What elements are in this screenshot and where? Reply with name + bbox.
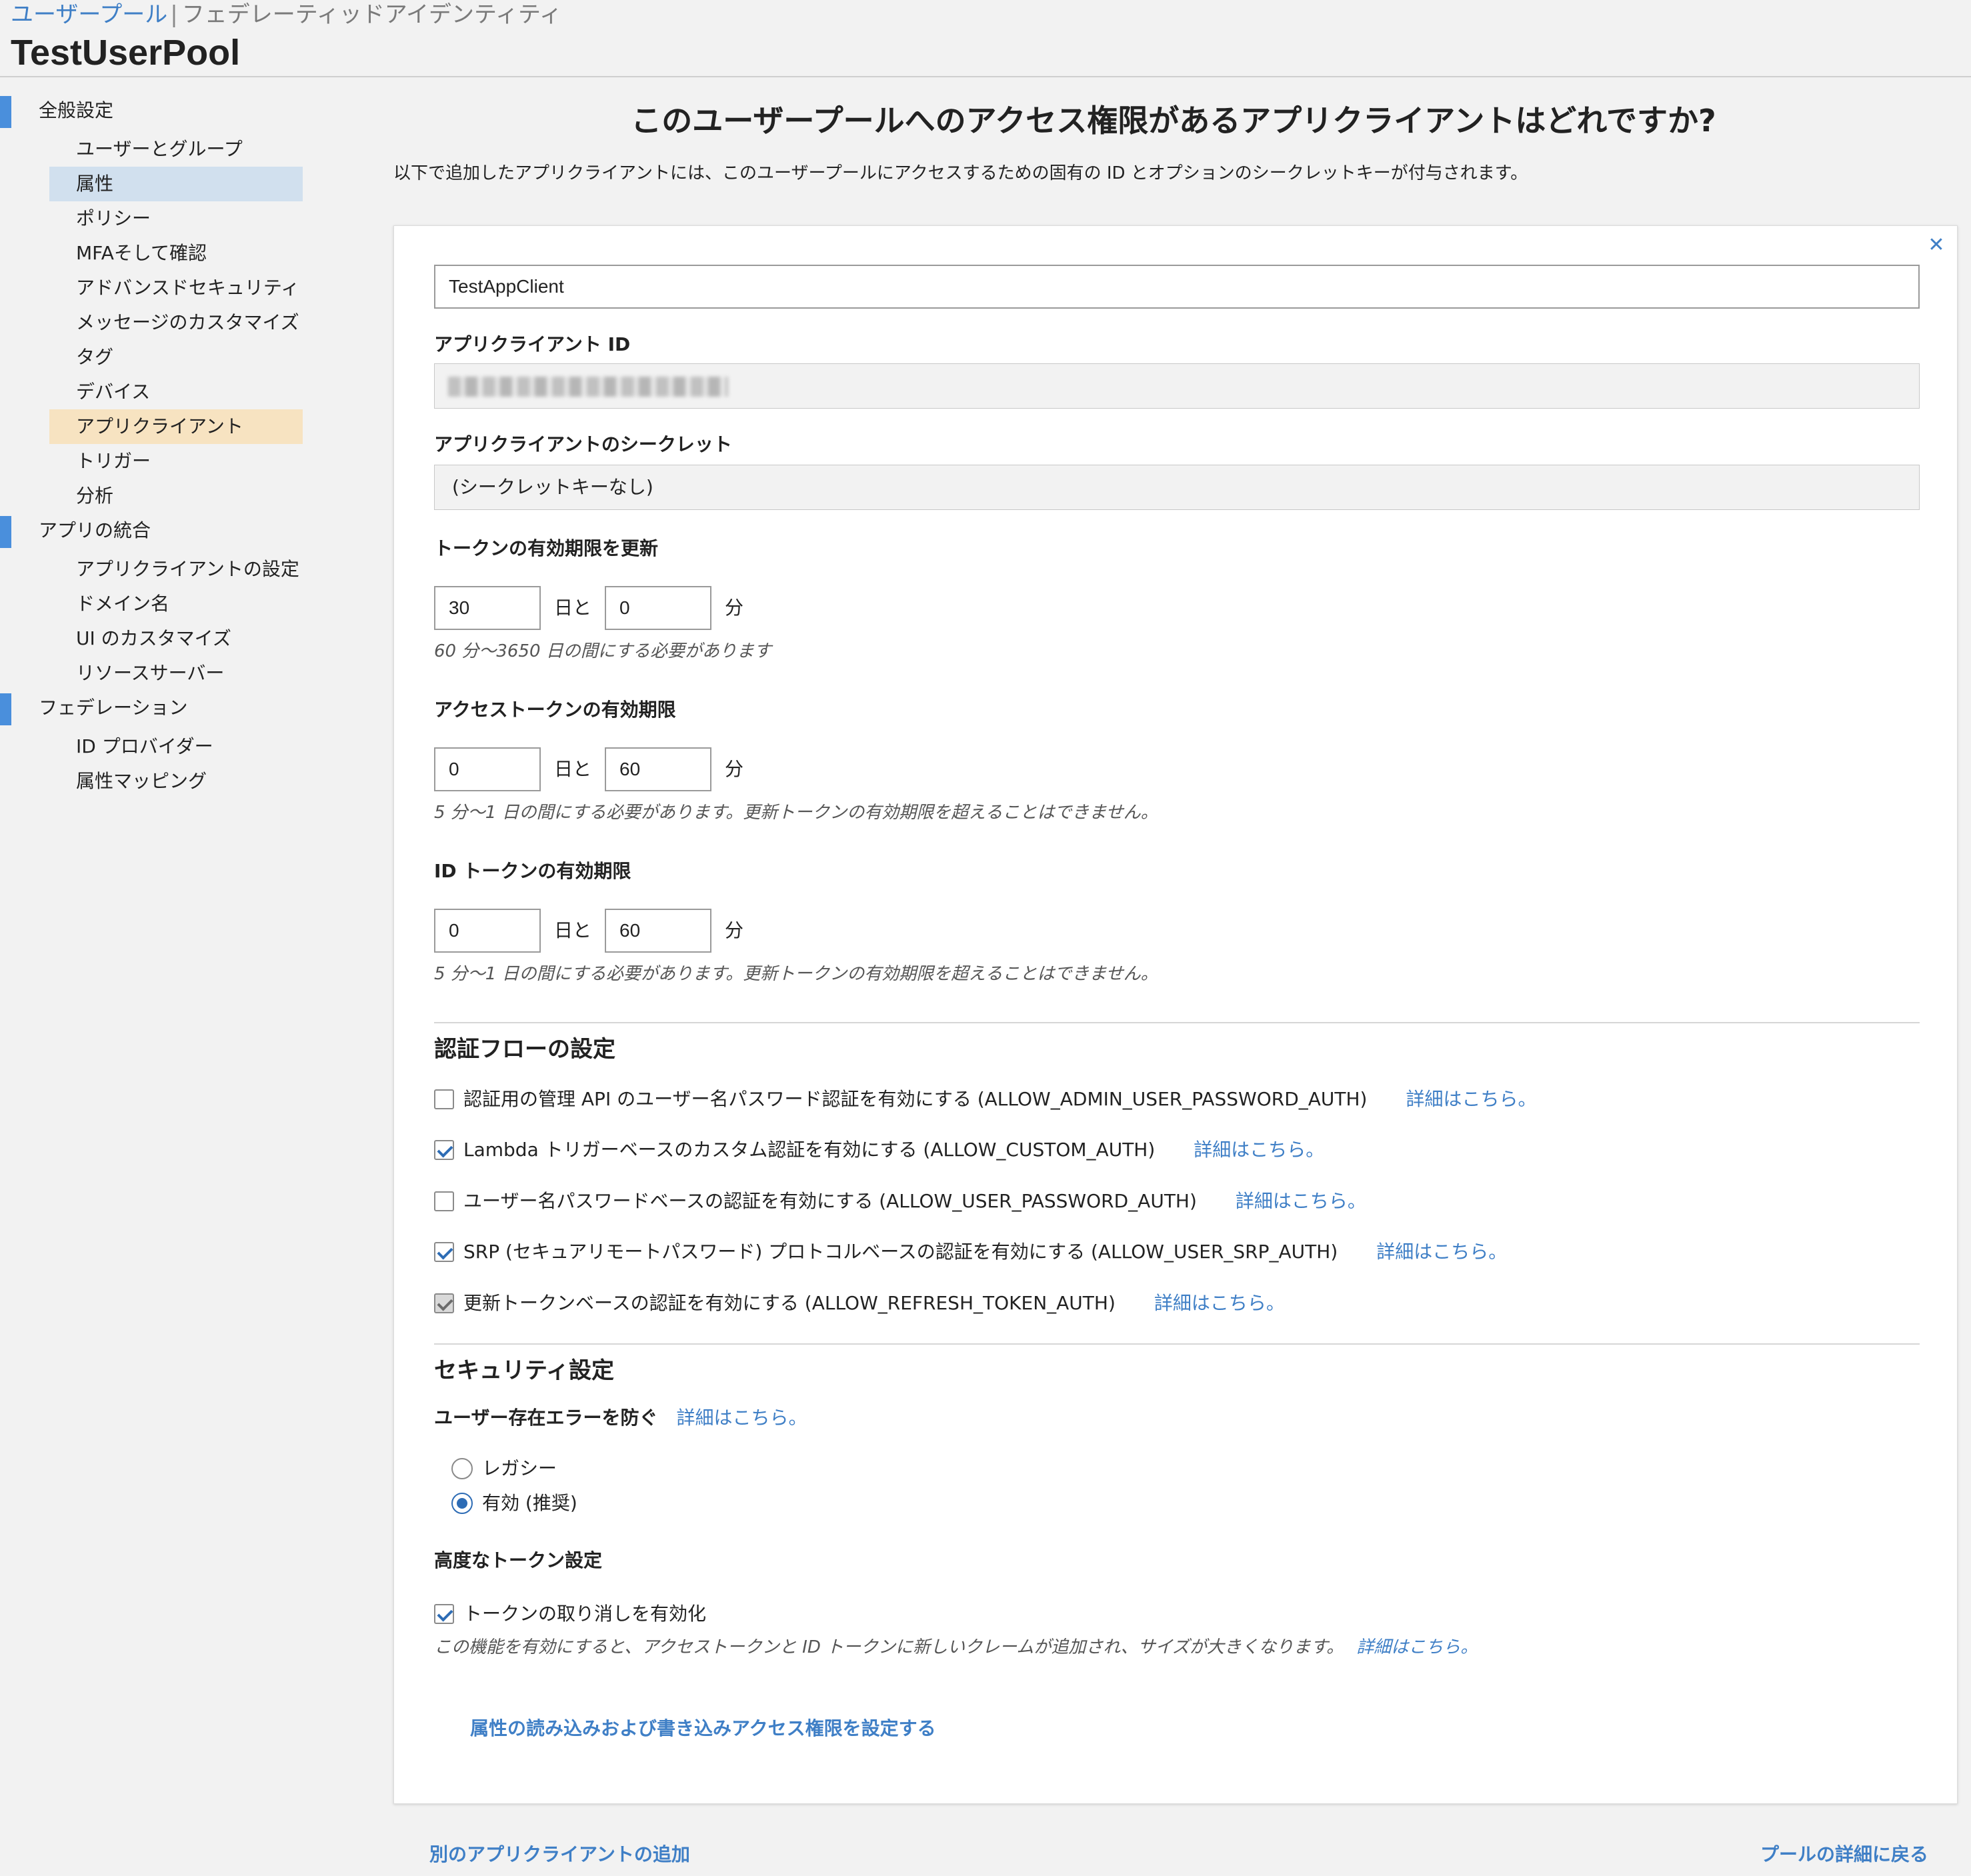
radio-option-enabled[interactable]: 有効 (推奨) bbox=[451, 1489, 577, 1518]
sidebar-item-policies[interactable]: ポリシー bbox=[49, 201, 303, 236]
redacted-client-id bbox=[448, 377, 728, 397]
auth-flow-custom-auth: Lambda トリガーベースのカスタム認証を有効にする (ALLOW_CUSTO… bbox=[434, 1135, 1324, 1165]
refresh-token-minutes-input[interactable] bbox=[605, 586, 711, 630]
tab-federated-identities[interactable]: フェデレーティッドアイデンティティ bbox=[182, 1, 562, 28]
sidebar-item-ui-customization[interactable]: UI のカスタマイズ bbox=[49, 621, 303, 656]
refresh-token-hint: 60 分〜3650 日の間にする必要があります bbox=[434, 641, 772, 661]
sidebar-item-domain-name[interactable]: ドメイン名 bbox=[49, 587, 303, 621]
auth-flow-checkbox-custom-auth[interactable] bbox=[434, 1140, 454, 1160]
auth-flow-checkbox-user-srp[interactable] bbox=[434, 1242, 454, 1262]
app-client-card: ✕ アプリクライアント ID アプリクライアントのシークレット (シークレットキ… bbox=[393, 225, 1958, 1804]
refresh-minutes-unit: 分 bbox=[725, 597, 744, 619]
auth-flow-label: SRP (セキュアリモートパスワード) プロトコルベースの認証を有効にする (A… bbox=[463, 1241, 1338, 1263]
auth-flow-admin-user-password: 認証用の管理 API のユーザー名パスワード認証を有効にする (ALLOW_AD… bbox=[434, 1085, 1537, 1114]
sidebar-item-triggers[interactable]: トリガー bbox=[49, 444, 303, 479]
learn-more-link[interactable]: 詳細はこちら。 bbox=[1236, 1188, 1366, 1215]
add-another-app-client-link[interactable]: 別のアプリクライアントの追加 bbox=[429, 1841, 690, 1868]
main-description: 以下で追加したアプリクライアントには、このユーザープールにアクセスするための固有… bbox=[393, 163, 1528, 183]
id-token-days-input[interactable] bbox=[434, 909, 541, 953]
access-token-minutes-input[interactable] bbox=[605, 747, 711, 791]
sidebar-section-app-integration[interactable]: アプリの統合 bbox=[0, 513, 313, 548]
auth-flow-user-srp: SRP (セキュアリモートパスワード) プロトコルベースの認証を有効にする (A… bbox=[434, 1237, 1507, 1267]
sidebar-section-federation[interactable]: フェデレーション bbox=[0, 691, 313, 725]
auth-flow-refresh-token: 更新トークンベースの認証を有効にする (ALLOW_REFRESH_TOKEN_… bbox=[434, 1289, 1285, 1318]
learn-more-link[interactable]: 詳細はこちら。 bbox=[1194, 1137, 1324, 1163]
learn-more-link[interactable]: 詳細はこちら。 bbox=[676, 1405, 807, 1431]
divider bbox=[434, 1343, 1920, 1345]
top-header: ユーザープール | フェデレーティッドアイデンティティ TestUserPool bbox=[0, 0, 1971, 77]
page-title: TestUserPool bbox=[11, 33, 241, 73]
auth-flow-checkbox-user-password[interactable] bbox=[434, 1191, 454, 1211]
token-revocation-hint: この機能を有効にすると、アクセストークンと ID トークンに新しいクレームが追加… bbox=[434, 1637, 1344, 1657]
id-token-label: ID トークンの有効期限 bbox=[434, 860, 631, 882]
return-to-pool-details-link[interactable]: プールの詳細に戻る bbox=[1760, 1841, 1928, 1868]
sidebar-item-users-groups[interactable]: ユーザーとグループ bbox=[49, 132, 303, 167]
refresh-days-unit: 日と bbox=[554, 597, 592, 619]
sidebar-item-message-customization[interactable]: メッセージのカスタマイズ bbox=[49, 305, 303, 340]
sidebar-item-attribute-mapping[interactable]: 属性マッピング bbox=[49, 764, 303, 799]
app-client-secret-label: アプリクライアントのシークレット bbox=[434, 433, 732, 455]
app-client-id-label: アプリクライアント ID bbox=[434, 333, 631, 355]
auth-flow-label: ユーザー名パスワードベースの認証を有効にする (ALLOW_USER_PASSW… bbox=[463, 1190, 1197, 1212]
auth-flow-label: Lambda トリガーベースのカスタム認証を有効にする (ALLOW_CUSTO… bbox=[463, 1139, 1156, 1161]
sidebar-item-analytics[interactable]: 分析 bbox=[49, 479, 303, 513]
radio-legacy[interactable] bbox=[451, 1458, 473, 1479]
token-revocation-label: トークンの取り消しを有効化 bbox=[463, 1603, 707, 1625]
radio-label: レガシー bbox=[482, 1457, 557, 1479]
sidebar-section-general[interactable]: 全般設定 bbox=[0, 93, 313, 128]
set-attribute-permissions-link[interactable]: 属性の読み込みおよび書き込みアクセス権限を設定する bbox=[470, 1715, 936, 1742]
close-icon[interactable]: ✕ bbox=[1926, 235, 1946, 255]
auth-flow-user-password: ユーザー名パスワードベースの認証を有効にする (ALLOW_USER_PASSW… bbox=[434, 1187, 1366, 1216]
sidebar-item-mfa-verification[interactable]: MFAそして確認 bbox=[49, 236, 303, 271]
sidebar-item-advanced-security[interactable]: アドバンスドセキュリティ bbox=[49, 271, 303, 305]
sidebar-item-devices[interactable]: デバイス bbox=[49, 375, 303, 409]
access-token-hint: 5 分〜1 日の間にする必要があります。更新トークンの有効期限を超えることはでき… bbox=[434, 803, 1158, 823]
security-settings-title: セキュリティ設定 bbox=[434, 1357, 614, 1384]
id-token-minutes-input[interactable] bbox=[605, 909, 711, 953]
learn-more-link[interactable]: 詳細はこちら。 bbox=[1356, 1637, 1478, 1657]
refresh-token-label: トークンの有効期限を更新 bbox=[434, 537, 659, 559]
token-revocation-checkbox[interactable] bbox=[434, 1604, 454, 1624]
radio-label: 有効 (推奨) bbox=[482, 1492, 577, 1514]
prevent-user-existence-label: ユーザー存在エラーを防ぐ bbox=[434, 1407, 658, 1429]
radio-option-legacy[interactable]: レガシー bbox=[451, 1454, 557, 1483]
id-minutes-unit: 分 bbox=[725, 919, 744, 941]
access-minutes-unit: 分 bbox=[725, 758, 744, 780]
sidebar-item-identity-providers[interactable]: ID プロバイダー bbox=[49, 729, 303, 764]
advanced-token-settings-label: 高度なトークン設定 bbox=[434, 1549, 603, 1571]
auth-flows-title: 認証フローの設定 bbox=[434, 1036, 615, 1063]
main-heading: このユーザープールへのアクセス権限があるアプリクライアントはどれですか? bbox=[631, 103, 1716, 139]
app-client-secret-value: (シークレットキーなし) bbox=[434, 465, 1920, 510]
token-revocation-hint-row: この機能を有効にすると、アクセストークンと ID トークンに新しいクレームが追加… bbox=[434, 1634, 1478, 1661]
token-revocation-row: トークンの取り消しを有効化 bbox=[434, 1599, 706, 1629]
breadcrumb: ユーザープール | フェデレーティッドアイデンティティ bbox=[11, 1, 562, 28]
auth-flow-label: 更新トークンベースの認証を有効にする (ALLOW_REFRESH_TOKEN_… bbox=[463, 1292, 1116, 1314]
id-token-hint: 5 分〜1 日の間にする必要があります。更新トークンの有効期限を超えることはでき… bbox=[434, 964, 1158, 984]
id-days-unit: 日と bbox=[554, 919, 592, 941]
access-days-unit: 日と bbox=[554, 758, 592, 780]
sidebar-item-app-client-settings[interactable]: アプリクライアントの設定 bbox=[49, 552, 303, 587]
access-token-label: アクセストークンの有効期限 bbox=[434, 699, 676, 721]
radio-enabled[interactable] bbox=[451, 1493, 473, 1514]
auth-flow-checkbox-admin-user-password[interactable] bbox=[434, 1089, 454, 1109]
breadcrumb-separator: | bbox=[170, 1, 178, 28]
app-client-id-value bbox=[434, 363, 1920, 409]
sidebar-item-tags[interactable]: タグ bbox=[49, 340, 303, 375]
learn-more-link[interactable]: 詳細はこちら。 bbox=[1406, 1086, 1536, 1113]
app-client-name-input[interactable] bbox=[434, 265, 1920, 309]
sidebar-item-attributes[interactable]: 属性 bbox=[49, 167, 303, 201]
sidebar: 全般設定 ユーザーとグループ 属性 ポリシー MFAそして確認 アドバンスドセキ… bbox=[0, 93, 313, 799]
refresh-token-days-input[interactable] bbox=[434, 586, 541, 630]
learn-more-link[interactable]: 詳細はこちら。 bbox=[1376, 1239, 1507, 1265]
auth-flow-label: 認証用の管理 API のユーザー名パスワード認証を有効にする (ALLOW_AD… bbox=[463, 1088, 1368, 1110]
auth-flow-checkbox-refresh-token bbox=[434, 1293, 454, 1313]
learn-more-link[interactable]: 詳細はこちら。 bbox=[1154, 1290, 1285, 1317]
divider bbox=[434, 1022, 1920, 1023]
prevent-user-existence-row: ユーザー存在エラーを防ぐ 詳細はこちら。 bbox=[434, 1405, 807, 1431]
tab-user-pools[interactable]: ユーザープール bbox=[11, 1, 167, 28]
access-token-days-input[interactable] bbox=[434, 747, 541, 791]
sidebar-item-app-clients[interactable]: アプリクライアント bbox=[49, 409, 303, 444]
sidebar-item-resource-servers[interactable]: リソースサーバー bbox=[49, 656, 303, 691]
